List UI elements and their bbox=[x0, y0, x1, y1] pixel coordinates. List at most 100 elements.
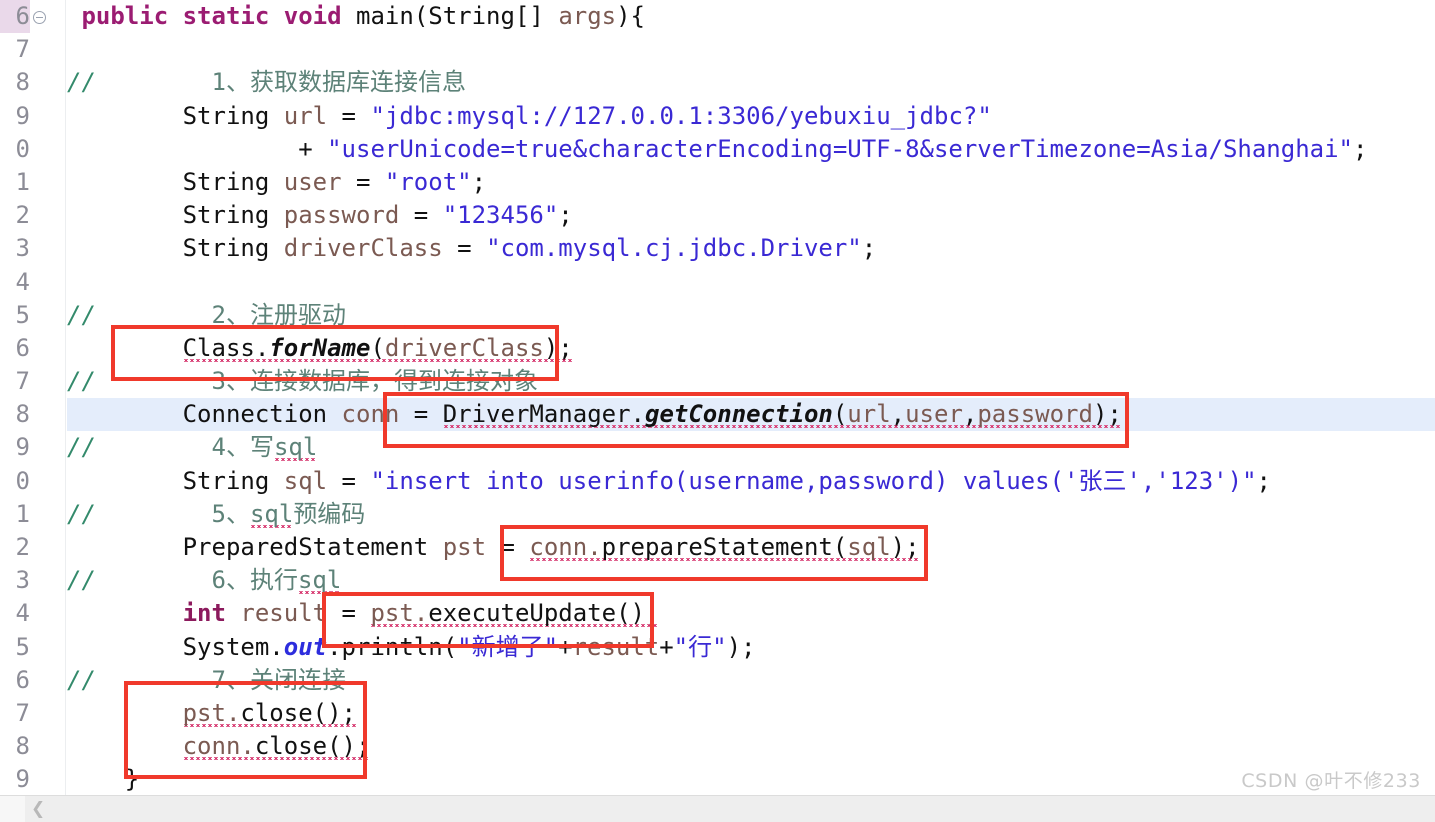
code-line-24[interactable]: int result = pst.executeUpdate(); bbox=[67, 597, 1435, 630]
line-number: 4 bbox=[15, 267, 30, 296]
line-number: 5 bbox=[15, 300, 30, 329]
line-number: 2 bbox=[15, 201, 30, 230]
gutter-row[interactable]: 7 bbox=[0, 697, 65, 730]
code-line-10[interactable]: + "userUnicode=true&characterEncoding=UT… bbox=[67, 133, 1435, 166]
spell-squiggle: conn.close(); bbox=[182, 732, 371, 762]
token-type-string: String bbox=[182, 101, 284, 130]
gutter-row[interactable]: 5 bbox=[0, 631, 65, 664]
code-line-27[interactable]: pst.close(); bbox=[67, 697, 1435, 730]
gutter-row[interactable]: 2 bbox=[0, 531, 65, 564]
gutter-row[interactable]: 4 bbox=[0, 597, 65, 630]
token-type-preparedstatement: PreparedStatement bbox=[182, 533, 443, 561]
gutter-row[interactable]: 8 bbox=[0, 730, 65, 763]
gutter-row[interactable]: 6 bbox=[0, 332, 65, 365]
code-line-20[interactable]: String sql = "insert into userinfo(usern… bbox=[67, 465, 1435, 498]
gutter-row[interactable]: 7 bbox=[0, 33, 65, 66]
gutter-row[interactable]: 0 bbox=[0, 465, 65, 498]
line-number: 1 bbox=[15, 499, 30, 528]
gutter-row[interactable]: 9 bbox=[0, 763, 65, 795]
collapse-circle-icon[interactable] bbox=[33, 11, 46, 24]
gutter-row[interactable]: 3 bbox=[0, 564, 65, 597]
token-assign: = bbox=[327, 599, 371, 628]
token-comment-slashes: // bbox=[67, 367, 96, 396]
code-editor[interactable]: 6 7 8 9 0 1 2 3 4 5 6 7 8 9 0 1 2 3 4 5 … bbox=[0, 0, 1435, 795]
token-assign: = bbox=[327, 466, 371, 495]
gutter-row[interactable]: 8 bbox=[0, 66, 65, 99]
code-line-9[interactable]: String url = "jdbc:mysql://127.0.0.1:330… bbox=[67, 100, 1435, 133]
gutter-row[interactable]: 1 bbox=[0, 498, 65, 531]
line-number: 4 bbox=[15, 599, 30, 628]
token-comment-text: 7、关闭连接 bbox=[95, 665, 346, 694]
code-line-11[interactable]: String user = "root"; bbox=[67, 166, 1435, 199]
token-comment-text: 2、注册驱动 bbox=[95, 300, 346, 329]
token-arg-password: password bbox=[977, 400, 1093, 429]
code-line-14[interactable] bbox=[67, 266, 1435, 299]
spell-squiggle: conn.prepareStatement(sql); bbox=[529, 533, 920, 563]
gutter-row[interactable]: 9 bbox=[0, 100, 65, 133]
code-line-8[interactable]: // 1、获取数据库连接信息 bbox=[67, 66, 1435, 99]
code-line-28[interactable]: conn.close(); bbox=[67, 730, 1435, 763]
gutter-row[interactable]: 5 bbox=[0, 299, 65, 332]
token-comment-sql: sql bbox=[273, 433, 318, 462]
token-comment-text: 5、 bbox=[95, 499, 250, 528]
gutter-row[interactable]: 9 bbox=[0, 431, 65, 464]
code-content[interactable]: public static void main(String[] args){ … bbox=[67, 0, 1435, 795]
code-line-13[interactable]: String driverClass = "com.mysql.cj.jdbc.… bbox=[67, 232, 1435, 265]
chevron-left-icon[interactable]: ❮ bbox=[31, 801, 45, 818]
token-assign: = bbox=[486, 533, 530, 561]
code-line-7[interactable] bbox=[67, 33, 1435, 66]
token-paren-close: (); bbox=[312, 698, 356, 727]
line-number-gutter[interactable]: 6 7 8 9 0 1 2 3 4 5 6 7 8 9 0 1 2 3 4 5 … bbox=[0, 0, 66, 795]
gutter-row[interactable]: 2 bbox=[0, 199, 65, 232]
token-paren-close: ); bbox=[1092, 400, 1122, 429]
gutter-row[interactable]: 6 bbox=[0, 0, 65, 34]
code-line-18[interactable]: Connection conn = DriverManager.getConne… bbox=[67, 398, 1435, 432]
token-plus: + bbox=[298, 134, 328, 163]
code-line-25[interactable]: System.out.println("新增了"+result+"行"); bbox=[67, 631, 1435, 664]
token-method-forName: forName bbox=[269, 333, 371, 362]
code-line-12[interactable]: String password = "123456"; bbox=[67, 199, 1435, 232]
code-line-6[interactable]: public static void main(String[] args){ bbox=[67, 0, 1435, 33]
line-number: 7 bbox=[15, 367, 30, 396]
code-line-17[interactable]: // 3、连接数据库，得到连接对象 bbox=[67, 365, 1435, 398]
code-line-21[interactable]: // 5、sql预编码 bbox=[67, 498, 1435, 531]
gutter-row[interactable]: 0 bbox=[0, 133, 65, 166]
code-line-29[interactable]: } bbox=[67, 763, 1435, 795]
token-var-result: result bbox=[572, 632, 660, 661]
token-type-connection: Connection bbox=[182, 400, 342, 429]
breadcrumb-bar[interactable]: ❮ bbox=[0, 795, 1435, 822]
token-class-Class: Class. bbox=[182, 333, 270, 362]
code-line-26[interactable]: // 7、关闭连接 bbox=[67, 664, 1435, 697]
token-comma: , bbox=[962, 400, 978, 429]
token-class-DriverManager: DriverManager. bbox=[442, 400, 645, 429]
code-line-15[interactable]: // 2、注册驱动 bbox=[67, 299, 1435, 332]
token-comma: , bbox=[890, 400, 906, 429]
gutter-row[interactable]: 3 bbox=[0, 232, 65, 265]
code-line-19[interactable]: // 4、写sql bbox=[67, 431, 1435, 464]
token-param-args: args bbox=[558, 2, 617, 30]
token-paren-close: ); bbox=[726, 632, 756, 661]
line-number: 0 bbox=[15, 134, 30, 163]
code-line-16[interactable]: Class.forName(driverClass); bbox=[67, 332, 1435, 365]
code-line-22[interactable]: PreparedStatement pst = conn.prepareStat… bbox=[67, 531, 1435, 564]
gutter-row[interactable]: 8 bbox=[0, 398, 65, 431]
token-var-user: user bbox=[283, 167, 342, 196]
token-assign: = bbox=[341, 167, 385, 196]
token-method-close: close bbox=[254, 732, 328, 761]
gutter-row[interactable]: 6 bbox=[0, 664, 65, 697]
token-type-string: String bbox=[182, 167, 284, 196]
gutter-row[interactable]: 7 bbox=[0, 365, 65, 398]
token-obj-conn: conn. bbox=[182, 732, 255, 761]
token-string-root: "root" bbox=[384, 167, 472, 196]
token-comment-slashes: // bbox=[67, 566, 96, 595]
code-line-23[interactable]: // 6、执行sql bbox=[67, 564, 1435, 597]
token-arg-url: url bbox=[847, 400, 891, 429]
token-field-out: out bbox=[283, 632, 328, 661]
gutter-row[interactable]: 1 bbox=[0, 166, 65, 199]
token-method-prepareStatement: prepareStatement bbox=[601, 533, 833, 561]
line-number: 6 bbox=[0, 0, 30, 34]
token-class-System: System. bbox=[182, 632, 284, 661]
spell-squiggle: pst.executeUpdate(); bbox=[370, 599, 660, 629]
gutter-row[interactable]: 4 bbox=[0, 266, 65, 299]
line-number: 3 bbox=[15, 234, 30, 263]
